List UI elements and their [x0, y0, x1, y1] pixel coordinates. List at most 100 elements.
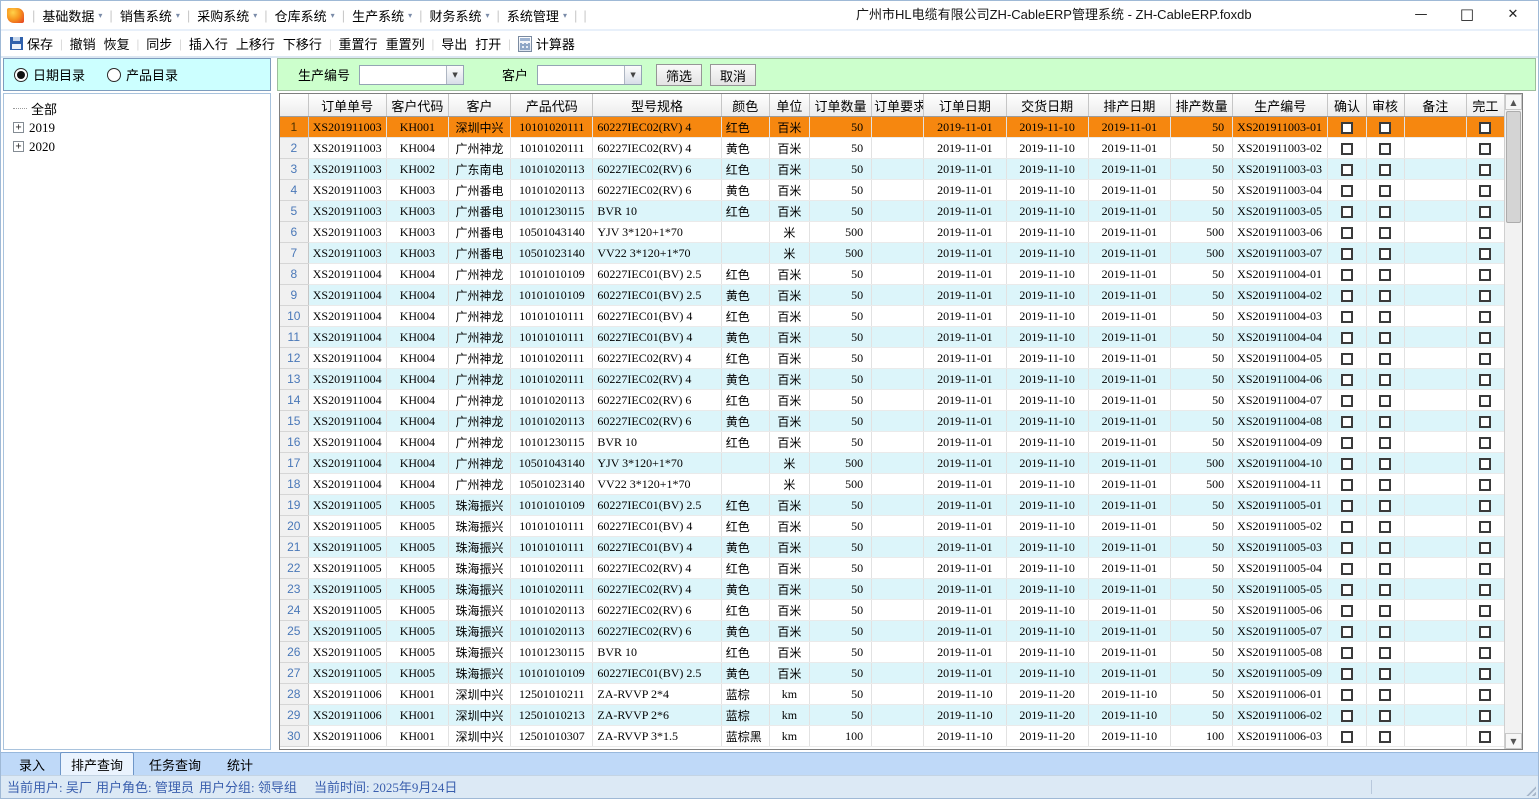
finish-checkbox-icon[interactable]	[1479, 689, 1491, 701]
finish-checkbox-icon[interactable]	[1479, 416, 1491, 428]
menu-item-base-data[interactable]: 基础数据▾	[38, 3, 106, 28]
finish-checkbox-icon[interactable]	[1479, 248, 1491, 260]
finish-checkbox-icon[interactable]	[1479, 500, 1491, 512]
filter-button[interactable]: 筛选	[656, 64, 702, 86]
column-header-finish[interactable]: 完工	[1466, 94, 1504, 117]
confirm-checkbox-icon[interactable]	[1341, 563, 1353, 575]
confirm-checkbox-icon[interactable]	[1341, 374, 1353, 386]
table-row[interactable]: 18XS201911004KH004广州神龙10501023140VV22 3*…	[280, 474, 1505, 495]
menu-item-system[interactable]: 系统管理▾	[503, 3, 571, 28]
column-header-delivery-date[interactable]: 交货日期	[1006, 94, 1088, 117]
table-row[interactable]: 27XS201911005KH005珠海振兴1010101010960227IE…	[280, 663, 1505, 684]
finish-checkbox-icon[interactable]	[1479, 647, 1491, 659]
table-row[interactable]: 24XS201911005KH005珠海振兴1010102011360227IE…	[280, 600, 1505, 621]
table-row[interactable]: 1XS201911003KH001深圳中兴1010102011160227IEC…	[280, 117, 1505, 138]
expand-plus-icon[interactable]	[13, 122, 24, 133]
confirm-checkbox-icon[interactable]	[1341, 521, 1353, 533]
scroll-down-icon[interactable]	[1505, 733, 1522, 749]
finish-checkbox-icon[interactable]	[1479, 206, 1491, 218]
confirm-checkbox-icon[interactable]	[1341, 353, 1353, 365]
audit-checkbox-icon[interactable]	[1379, 584, 1391, 596]
confirm-checkbox-icon[interactable]	[1341, 500, 1353, 512]
finish-checkbox-icon[interactable]	[1479, 143, 1491, 155]
finish-checkbox-icon[interactable]	[1479, 458, 1491, 470]
table-row[interactable]: 26XS201911005KH005珠海振兴10101230115BVR 10红…	[280, 642, 1505, 663]
audit-checkbox-icon[interactable]	[1379, 143, 1391, 155]
confirm-checkbox-icon[interactable]	[1341, 584, 1353, 596]
column-header-audit[interactable]: 审核	[1366, 94, 1404, 117]
table-row[interactable]: 7XS201911003KH003广州番电10501023140VV22 3*1…	[280, 243, 1505, 264]
audit-checkbox-icon[interactable]	[1379, 269, 1391, 281]
tab-schedule-query[interactable]: 排产查询	[60, 752, 134, 777]
column-header-customer[interactable]: 客户	[448, 94, 510, 117]
audit-checkbox-icon[interactable]	[1379, 563, 1391, 575]
table-row[interactable]: 10XS201911004KH004广州神龙1010101011160227IE…	[280, 306, 1505, 327]
finish-checkbox-icon[interactable]	[1479, 353, 1491, 365]
table-row[interactable]: 16XS201911004KH004广州神龙10101230115BVR 10红…	[280, 432, 1505, 453]
finish-checkbox-icon[interactable]	[1479, 227, 1491, 239]
column-header-color[interactable]: 颜色	[721, 94, 769, 117]
column-header-order-no[interactable]: 订单单号	[308, 94, 386, 117]
column-header-unit[interactable]: 单位	[769, 94, 809, 117]
audit-checkbox-icon[interactable]	[1379, 479, 1391, 491]
audit-checkbox-icon[interactable]	[1379, 290, 1391, 302]
finish-checkbox-icon[interactable]	[1479, 332, 1491, 344]
audit-checkbox-icon[interactable]	[1379, 311, 1391, 323]
table-row[interactable]: 20XS201911005KH005珠海振兴1010101011160227IE…	[280, 516, 1505, 537]
toolbar-button-move-down[interactable]: 下移行	[283, 34, 322, 53]
toolbar-button-undo[interactable]: 撤销	[70, 34, 96, 53]
tab-entry[interactable]: 录入	[8, 752, 56, 777]
table-row[interactable]: 29XS201911006KH001深圳中兴12501010213ZA-RVVP…	[280, 705, 1505, 726]
product-catalog-radio[interactable]	[107, 68, 121, 82]
audit-checkbox-icon[interactable]	[1379, 206, 1391, 218]
confirm-checkbox-icon[interactable]	[1341, 710, 1353, 722]
audit-checkbox-icon[interactable]	[1379, 395, 1391, 407]
confirm-checkbox-icon[interactable]	[1341, 269, 1353, 281]
date-catalog-radio[interactable]	[14, 68, 28, 82]
audit-checkbox-icon[interactable]	[1379, 731, 1391, 743]
audit-checkbox-icon[interactable]	[1379, 437, 1391, 449]
toolbar-button-move-up[interactable]: 上移行	[236, 34, 275, 53]
column-header-remark[interactable]: 备注	[1404, 94, 1466, 117]
finish-checkbox-icon[interactable]	[1479, 731, 1491, 743]
confirm-checkbox-icon[interactable]	[1341, 437, 1353, 449]
table-row[interactable]: 17XS201911004KH004广州神龙10501043140YJV 3*1…	[280, 453, 1505, 474]
production-no-input[interactable]	[360, 66, 446, 84]
confirm-checkbox-icon[interactable]	[1341, 290, 1353, 302]
column-header-model-spec[interactable]: 型号规格	[593, 94, 721, 117]
confirm-checkbox-icon[interactable]	[1341, 668, 1353, 680]
tab-task-query[interactable]: 任务查询	[138, 752, 212, 777]
menu-item-sales[interactable]: 销售系统▾	[116, 3, 184, 28]
audit-checkbox-icon[interactable]	[1379, 605, 1391, 617]
audit-checkbox-icon[interactable]	[1379, 416, 1391, 428]
tree-item-all[interactable]: 全部	[4, 99, 270, 118]
table-row[interactable]: 13XS201911004KH004广州神龙1010102011160227IE…	[280, 369, 1505, 390]
tree-item-2019[interactable]: 2019	[4, 118, 270, 137]
menu-item-purchase[interactable]: 采购系统▾	[193, 3, 261, 28]
table-row[interactable]: 14XS201911004KH004广州神龙1010102011360227IE…	[280, 390, 1505, 411]
maximize-button[interactable]	[1444, 1, 1490, 29]
toolbar-button-sync[interactable]: 同步	[146, 34, 172, 53]
finish-checkbox-icon[interactable]	[1479, 479, 1491, 491]
table-row[interactable]: 12XS201911004KH004广州神龙1010102011160227IE…	[280, 348, 1505, 369]
minimize-button[interactable]	[1398, 1, 1444, 29]
audit-checkbox-icon[interactable]	[1379, 626, 1391, 638]
column-header-order-qty[interactable]: 订单数量	[809, 94, 871, 117]
toolbar-button-redo[interactable]: 恢复	[104, 34, 130, 53]
audit-checkbox-icon[interactable]	[1379, 542, 1391, 554]
table-row[interactable]: 4XS201911003KH003广州番电1010102011360227IEC…	[280, 180, 1505, 201]
confirm-checkbox-icon[interactable]	[1341, 122, 1353, 134]
audit-checkbox-icon[interactable]	[1379, 689, 1391, 701]
scrollbar-thumb[interactable]	[1506, 111, 1521, 223]
audit-checkbox-icon[interactable]	[1379, 521, 1391, 533]
finish-checkbox-icon[interactable]	[1479, 584, 1491, 596]
confirm-checkbox-icon[interactable]	[1341, 542, 1353, 554]
table-row[interactable]: 2XS201911003KH004广州神龙1010102011160227IEC…	[280, 138, 1505, 159]
confirm-checkbox-icon[interactable]	[1341, 626, 1353, 638]
confirm-checkbox-icon[interactable]	[1341, 227, 1353, 239]
toolbar-button-insert-row[interactable]: 插入行	[189, 34, 228, 53]
menu-item-warehouse[interactable]: 仓库系统▾	[271, 3, 339, 28]
confirm-checkbox-icon[interactable]	[1341, 416, 1353, 428]
audit-checkbox-icon[interactable]	[1379, 248, 1391, 260]
confirm-checkbox-icon[interactable]	[1341, 647, 1353, 659]
